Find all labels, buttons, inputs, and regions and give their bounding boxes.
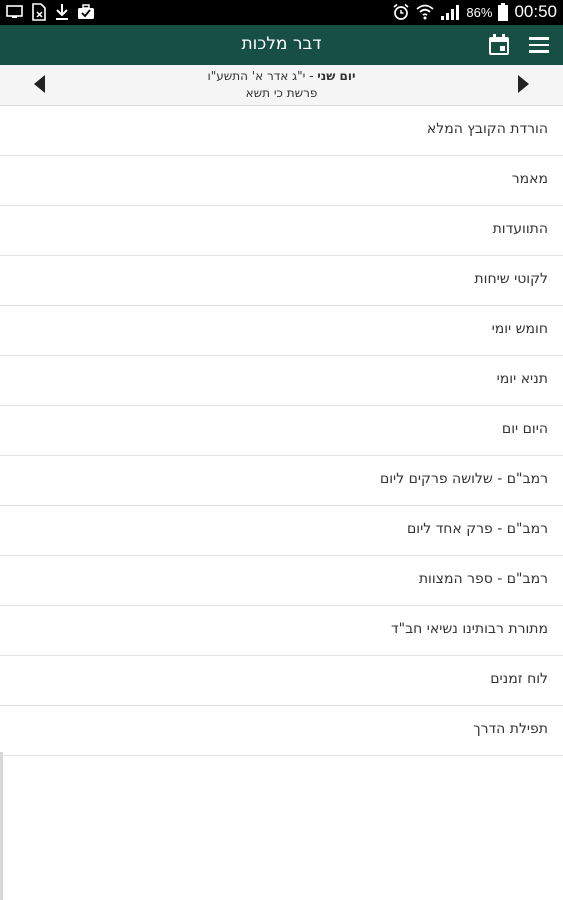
list-item-label: חומש יומי (491, 321, 548, 337)
list-item-label: תניא יומי (496, 371, 548, 387)
notification-icons (6, 3, 95, 21)
list-item-rambam-one-chapter[interactable]: רמב"ם - פרק אחד ליום (0, 506, 563, 556)
list-item-zmanim[interactable]: לוח זמנים (0, 656, 563, 706)
parsha-label: פרשת כי תשא (245, 86, 318, 100)
list-item-rambam-three-chapters[interactable]: רמב"ם - שלושה פרקים ליום (0, 456, 563, 506)
list-item-label: רמב"ם - ספר המצוות (418, 571, 548, 587)
briefcase-check-icon (78, 4, 94, 19)
list-item-hitvaaduyot[interactable]: התוועדות (0, 206, 563, 256)
date-navigation: יום שני - י"ג אדר א' התשע"ו פרשת כי תשא (0, 65, 563, 106)
list-item-label: מאמר (511, 171, 548, 187)
menu-icon[interactable] (529, 37, 549, 53)
list-item-label: תפילת הדרך (473, 721, 548, 737)
list-item-tanya-yomi[interactable]: תניא יומי (0, 356, 563, 406)
divider (0, 752, 3, 900)
list-item-label: לקוטי שיחות (474, 271, 548, 287)
status-bar: 86% 00:50 (0, 0, 563, 25)
list-item-label: רמב"ם - פרק אחד ליום (406, 521, 548, 537)
day-label: יום שני (317, 69, 356, 83)
list-item-tefilat-haderech[interactable]: תפילת הדרך (0, 706, 563, 756)
list-item-hayom-yom[interactable]: היום יום (0, 406, 563, 456)
list-item-rebbeim-teachings[interactable]: מתורת רבותינו נשיאי חב"ד (0, 606, 563, 656)
list-item-label: הורדת הקובץ המלא (426, 121, 548, 137)
system-icons: 86% 00:50 (392, 2, 557, 22)
list-item-label: לוח זמנים (490, 671, 548, 687)
list-item-download-full-file[interactable]: הורדת הקובץ המלא (0, 106, 563, 156)
list-item-label: רמב"ם - שלושה פרקים ליום (379, 471, 548, 487)
next-day-arrow-icon[interactable] (518, 75, 529, 93)
list-item-maamar[interactable]: מאמר (0, 156, 563, 206)
list-item-likutei-sichot[interactable]: לקוטי שיחות (0, 256, 563, 306)
date-heading: יום שני - י"ג אדר א' התשע"ו (0, 69, 563, 83)
app-bar: דבר מלכות (0, 25, 563, 65)
clock: 00:50 (514, 2, 557, 21)
battery-icon (498, 3, 509, 21)
list-item-label: התוועדות (492, 221, 548, 237)
list-item-chumash-yomi[interactable]: חומש יומי (0, 306, 563, 356)
hebrew-date: - י"ג אדר א' התשע"ו (207, 69, 318, 83)
file-icon (32, 3, 46, 21)
content-list: הורדת הקובץ המלא מאמר התוועדות לקוטי שיח… (0, 106, 563, 756)
alarm-icon (393, 3, 409, 20)
app-title: דבר מלכות (241, 34, 322, 54)
battery-percent: 86% (466, 4, 493, 20)
list-item-label: היום יום (501, 421, 548, 437)
signal-icon (441, 5, 460, 20)
list-item-sefer-hamitzvot[interactable]: רמב"ם - ספר המצוות (0, 556, 563, 606)
calendar-icon[interactable] (487, 33, 511, 57)
download-icon (56, 4, 68, 20)
list-item-label: מתורת רבותינו נשיאי חב"ד (390, 621, 548, 637)
wifi-icon (416, 4, 435, 20)
cast-icon (6, 5, 23, 18)
